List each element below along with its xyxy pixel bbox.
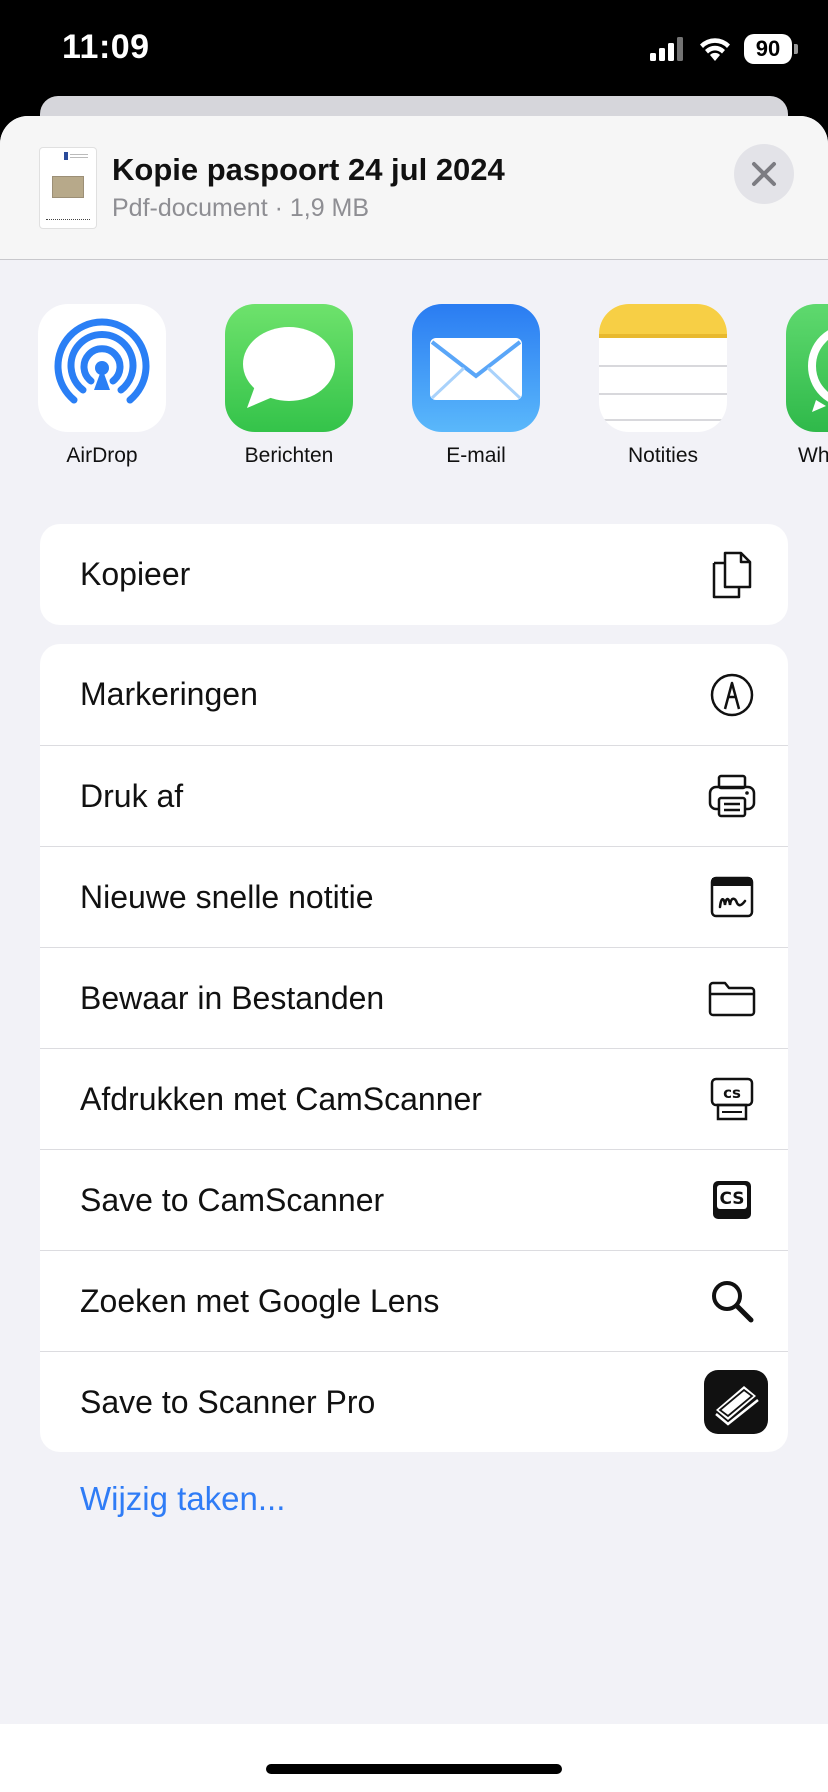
quick-note-icon bbox=[706, 871, 758, 923]
app-whatsapp[interactable]: Wh bbox=[786, 304, 828, 468]
battery-indicator: 90 bbox=[744, 34, 798, 64]
action-label: Save to Scanner Pro bbox=[80, 1383, 376, 1420]
markup-icon bbox=[706, 669, 758, 721]
action-label: Zoeken met Google Lens bbox=[80, 1282, 440, 1319]
home-indicator[interactable] bbox=[266, 1764, 562, 1774]
share-sheet: Kopie paspoort 24 jul 2024 Pdf-document … bbox=[0, 116, 828, 1792]
document-title: Kopie paspoort 24 jul 2024 bbox=[112, 152, 505, 187]
action-scanner-pro[interactable]: Save to Scanner Pro bbox=[40, 1351, 788, 1452]
status-time: 11:09 bbox=[62, 28, 150, 66]
wifi-icon bbox=[700, 38, 730, 61]
status-icons: 90 bbox=[650, 34, 798, 64]
action-markup[interactable]: Markeringen bbox=[40, 644, 788, 745]
thumbnail-logo bbox=[64, 152, 68, 160]
app-label: Notities bbox=[627, 444, 699, 467]
copy-icon bbox=[706, 549, 758, 601]
app-label: AirDrop bbox=[66, 444, 138, 467]
action-quick-note[interactable]: Nieuwe snelle notitie bbox=[40, 846, 788, 947]
bottom-safe-area bbox=[0, 1724, 828, 1792]
action-print-camscanner[interactable]: Afdrukken met CamScanner cs bbox=[40, 1048, 788, 1149]
folder-icon bbox=[706, 972, 758, 1024]
close-button[interactable] bbox=[734, 144, 794, 204]
battery-cap bbox=[794, 44, 798, 54]
airdrop-icon bbox=[38, 304, 166, 432]
document-subtitle: Pdf-document · 1,9 MB bbox=[112, 194, 370, 222]
thumbnail-photo bbox=[52, 176, 84, 198]
printer-icon bbox=[706, 770, 758, 822]
action-label: Save to CamScanner bbox=[80, 1181, 385, 1218]
copy-group: Kopieer bbox=[40, 524, 788, 625]
cellular-signal-icon bbox=[650, 37, 683, 61]
svg-text:cs: cs bbox=[723, 1084, 741, 1102]
edit-actions-link[interactable]: Wijzig taken... bbox=[80, 1480, 285, 1518]
action-label: Markeringen bbox=[80, 676, 258, 712]
status-bar: 11:09 90 bbox=[0, 0, 828, 100]
action-copy[interactable]: Kopieer bbox=[40, 524, 788, 625]
whatsapp-icon bbox=[786, 304, 828, 432]
share-apps-row: AirDrop Berichten E-mail Notities Wh bbox=[0, 304, 828, 484]
svg-text:CS: CS bbox=[719, 1189, 744, 1209]
thumbnail-lines bbox=[70, 154, 88, 158]
app-messages[interactable]: Berichten bbox=[225, 304, 353, 468]
app-label: E-mail bbox=[446, 444, 506, 467]
action-label: Afdrukken met CamScanner bbox=[80, 1080, 482, 1117]
app-label: Wh bbox=[798, 444, 828, 467]
scanner-pro-icon bbox=[704, 1370, 768, 1434]
action-google-lens[interactable]: Zoeken met Google Lens bbox=[40, 1250, 788, 1351]
action-label: Bewaar in Bestanden bbox=[80, 979, 385, 1016]
app-airdrop[interactable]: AirDrop bbox=[38, 304, 166, 468]
messages-icon bbox=[225, 304, 353, 432]
action-label: Druk af bbox=[80, 777, 184, 814]
camscanner-icon: CS bbox=[706, 1174, 758, 1226]
notes-icon bbox=[599, 304, 727, 432]
action-save-camscanner[interactable]: Save to CamScanner CS bbox=[40, 1149, 788, 1250]
actions-group: Markeringen Druk af Nieuwe snelle notiti… bbox=[40, 644, 788, 1452]
share-header: Kopie paspoort 24 jul 2024 Pdf-document … bbox=[0, 116, 828, 260]
action-print[interactable]: Druk af bbox=[40, 745, 788, 846]
close-icon bbox=[752, 162, 776, 186]
action-label: Nieuwe snelle notitie bbox=[80, 878, 374, 915]
search-icon bbox=[706, 1275, 758, 1327]
camscanner-print-icon: cs bbox=[706, 1073, 758, 1125]
document-thumbnail bbox=[40, 148, 96, 228]
action-label: Kopieer bbox=[80, 556, 191, 592]
app-mail[interactable]: E-mail bbox=[412, 304, 540, 468]
mail-icon bbox=[412, 304, 540, 432]
app-notes[interactable]: Notities bbox=[599, 304, 727, 468]
action-save-files[interactable]: Bewaar in Bestanden bbox=[40, 947, 788, 1048]
battery-level: 90 bbox=[744, 34, 792, 64]
thumbnail-signature bbox=[46, 214, 90, 220]
app-label: Berichten bbox=[244, 444, 334, 467]
